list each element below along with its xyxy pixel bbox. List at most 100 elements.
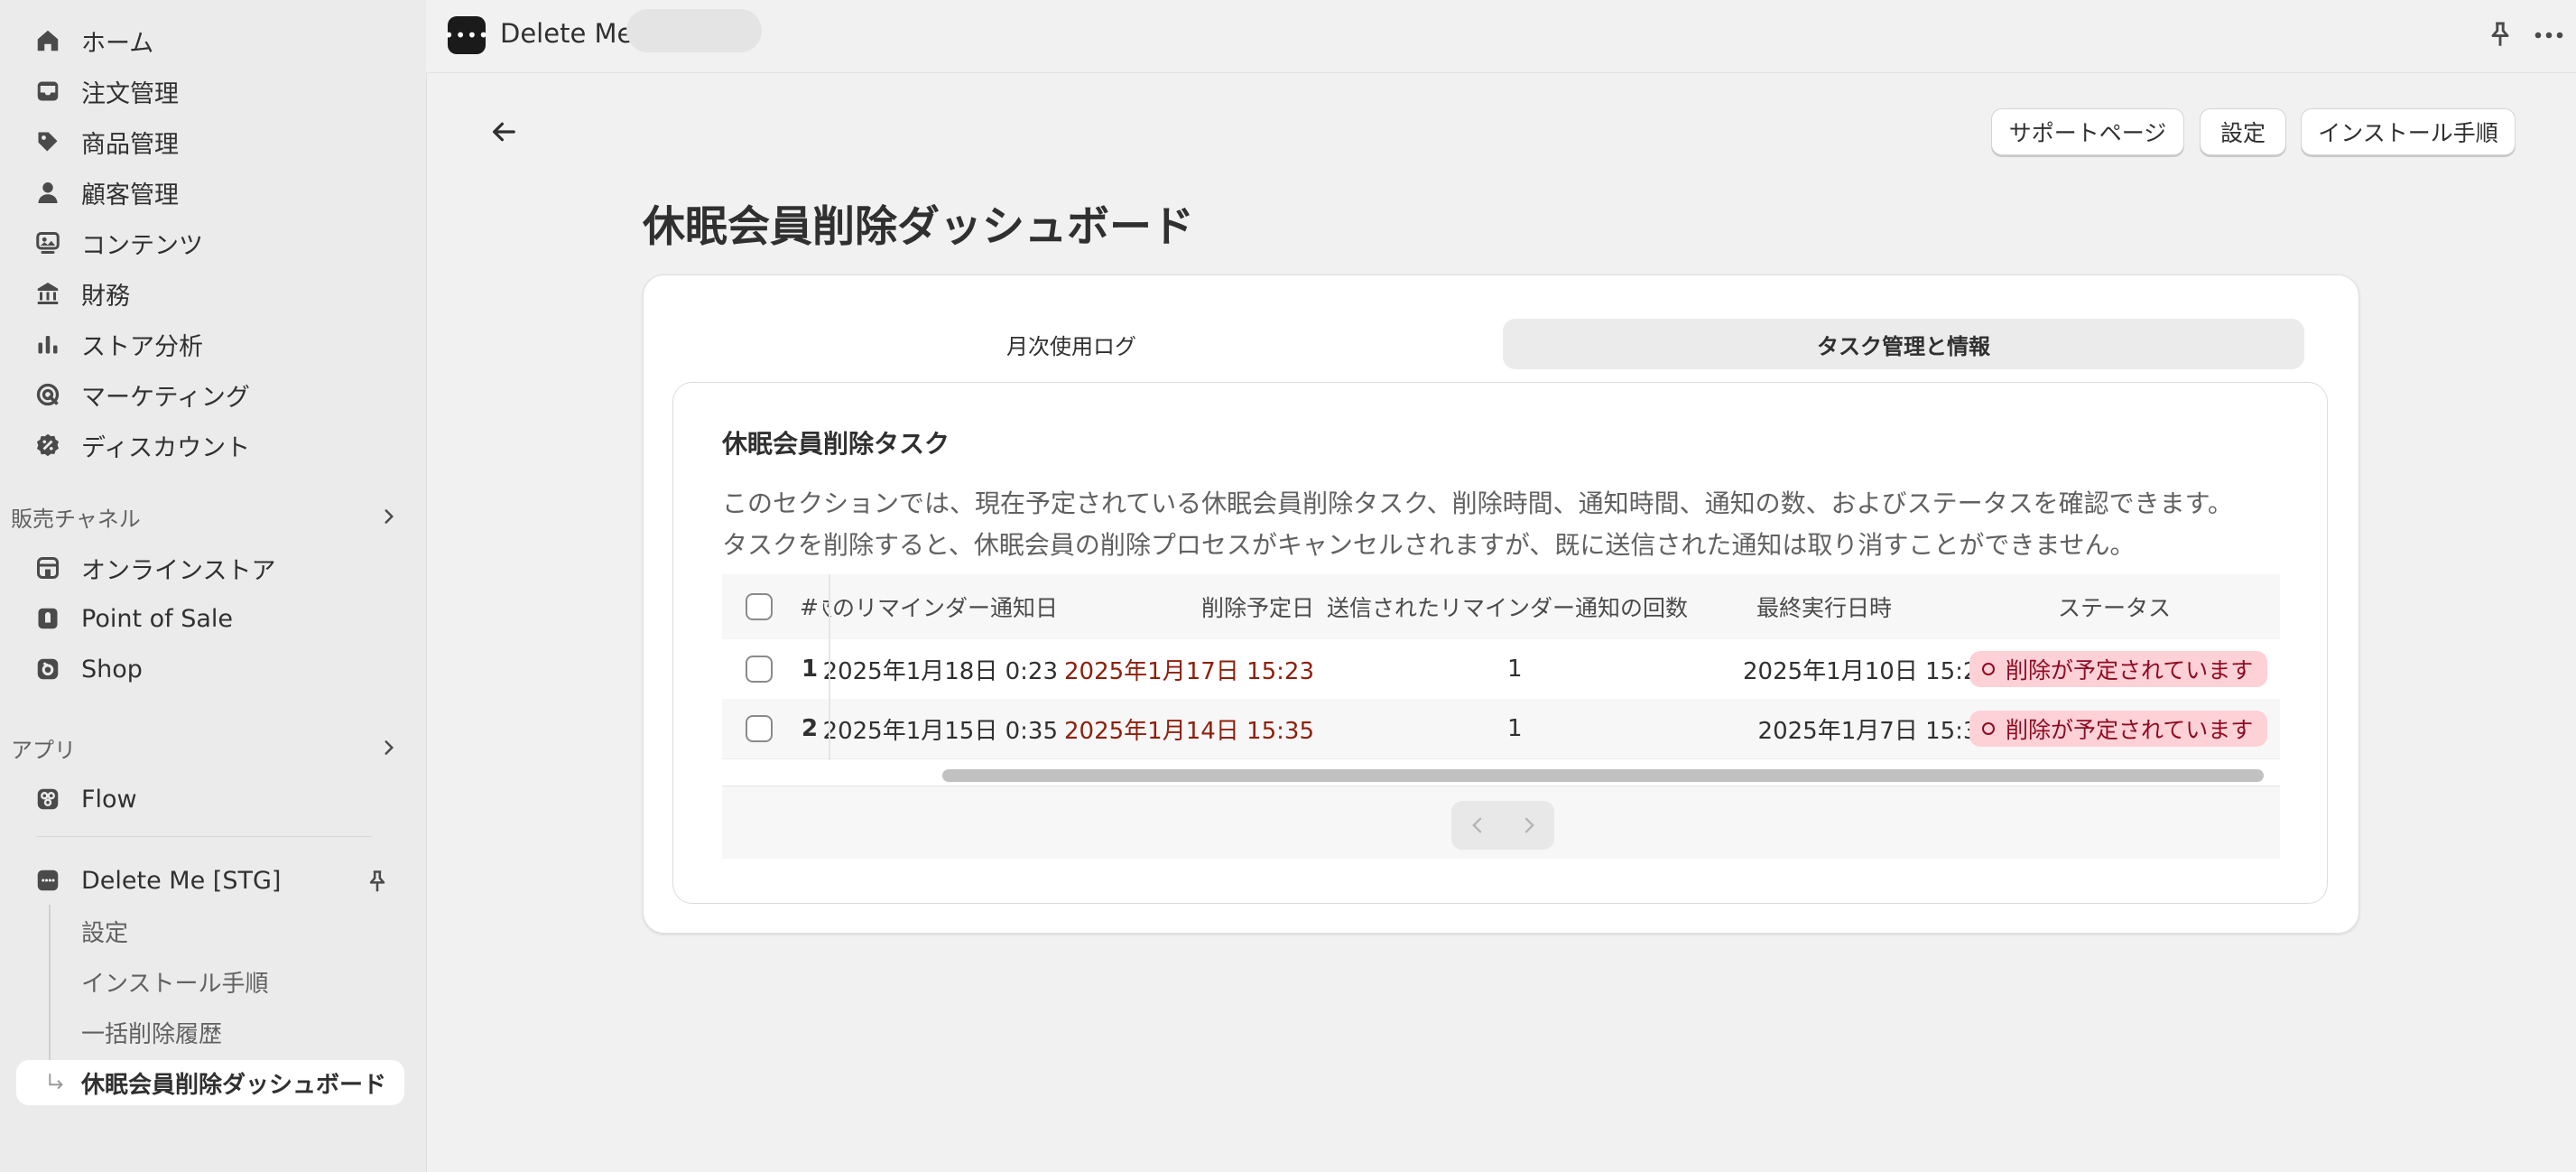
pos-icon: [32, 603, 63, 634]
content-icon: [32, 228, 63, 258]
table-header-row: # 次のリマインダー通知日 削除予定日 送信されたリマインダー通知の回数 最終実…: [722, 574, 2280, 640]
sidebar-item-label: Delete Me [STG]: [81, 866, 282, 895]
sidebar-subitem-settings[interactable]: 設定: [16, 908, 404, 953]
column-header-deletion-date[interactable]: 削除予定日: [1065, 574, 1314, 639]
horizontal-scrollbar[interactable]: [722, 760, 2280, 786]
scrollbar-thumb[interactable]: [942, 769, 2264, 782]
sidebar-subitem-dormant-dashboard[interactable]: 休眠会員削除ダッシュボード: [16, 1060, 404, 1105]
apps-header[interactable]: アプリ: [11, 730, 408, 766]
section-title: 販売チャネル: [11, 506, 141, 532]
sidebar-item-flow[interactable]: Flow: [16, 777, 404, 822]
app-title: Delete Me: [500, 18, 634, 49]
pagination-control: [1451, 801, 1554, 850]
status-text: 削除が予定されています: [2006, 657, 2254, 684]
bar-chart-icon: [32, 329, 63, 359]
app-logo: ••••: [443, 16, 489, 54]
settings-button[interactable]: 設定: [2200, 108, 2286, 155]
next-page-button[interactable]: [1503, 801, 1554, 850]
arrow-left-icon: [493, 122, 515, 142]
status-text: 削除が予定されています: [2006, 717, 2254, 743]
task-table: # 次のリマインダー通知日 削除予定日 送信されたリマインダー通知の回数 最終実…: [722, 574, 2280, 760]
tab-monthly-usage-log[interactable]: 月次使用ログ: [671, 319, 1472, 369]
more-options-icon[interactable]: [2533, 22, 2565, 49]
sidebar-item-label: ストア分析: [81, 332, 203, 361]
sidebar-item-label: 商品管理: [81, 130, 179, 159]
sidebar-subitem-install-guide[interactable]: インストール手順: [16, 959, 404, 1004]
sidebar-item-delete-me-app[interactable]: Delete Me [STG]: [16, 858, 404, 903]
pagination-bar: [722, 786, 2280, 859]
chevron-right-icon: [1524, 817, 1534, 833]
tree-arrow-icon: [49, 1074, 63, 1090]
chevron-left-icon: [1471, 817, 1481, 833]
person-icon: [32, 177, 63, 208]
sidebar-subitem-bulk-delete-history[interactable]: 一括削除履歴: [16, 1009, 404, 1055]
home-icon: [32, 25, 63, 56]
table-row[interactable]: 1 2025年1月18日 0:23 2025年1月17日 15:23 1 202…: [722, 639, 2280, 700]
flow-icon: [32, 784, 63, 814]
pin-icon[interactable]: [365, 869, 390, 894]
support-page-button[interactable]: サポートページ: [1991, 108, 2184, 155]
column-header-label: 次のリマインダー通知日: [823, 595, 1058, 621]
sidebar-item-shop[interactable]: Shop: [16, 646, 404, 692]
row-index: 2: [802, 715, 819, 742]
status-dot-icon: [1982, 663, 1995, 675]
sidebar-item-label: Shop: [81, 655, 143, 684]
previous-page-button[interactable]: [1451, 801, 1503, 850]
column-header-last-run[interactable]: 最終実行日時: [1756, 574, 1892, 639]
row-index: 1: [802, 656, 819, 683]
sidebar-item-label: 顧客管理: [81, 181, 179, 209]
column-header-status[interactable]: ステータス: [2058, 574, 2171, 639]
tag-icon: [32, 126, 63, 157]
sidebar-subitem-label: 設定: [81, 919, 129, 947]
sidebar-item-customers[interactable]: 顧客管理: [16, 170, 404, 215]
cell-text: 2025年1月18日 0:23: [823, 657, 1058, 685]
sidebar-item-label: ディスカウント: [81, 433, 251, 462]
sidebar-item-label: 財務: [81, 282, 130, 311]
sidebar-item-label: ホーム: [81, 29, 154, 58]
sticky-column-divider: [829, 574, 830, 760]
cell-deletion-date: 2025年1月17日 15:23: [1064, 657, 1314, 685]
sidebar: ホーム 注文管理 商品管理 顧客管理 コンテンツ 財務 ストア分析 マーケティン…: [0, 0, 427, 1172]
dashboard-card: 月次使用ログ タスク管理と情報 休眠会員削除タスク このセクションでは、現在予定…: [643, 274, 2359, 934]
sidebar-subitem-label: 一括削除履歴: [81, 1020, 223, 1048]
app-logo-glyph: ••••: [443, 24, 490, 46]
table-row[interactable]: 2 2025年1月15日 0:35 2025年1月14日 15:35 1 202…: [722, 699, 2280, 759]
column-header-reminder-count[interactable]: 送信されたリマインダー通知の回数: [1327, 574, 1688, 639]
install-guide-button[interactable]: インストール手順: [2301, 108, 2516, 155]
sidebar-item-finance[interactable]: 財務: [16, 271, 404, 316]
column-header-next-reminder[interactable]: 次のリマインダー通知日: [823, 574, 1058, 639]
section-description: タスクを削除すると、休眠会員の削除プロセスがキャンセルされますが、既に送信された…: [722, 530, 2136, 560]
row-checkbox[interactable]: [746, 699, 773, 758]
sidebar-item-home[interactable]: ホーム: [16, 18, 404, 63]
sidebar-item-discounts[interactable]: ディスカウント: [16, 423, 404, 468]
sidebar-item-products[interactable]: 商品管理: [16, 119, 404, 164]
cell-text: 2025年1月15日 0:35: [823, 717, 1058, 745]
row-checkbox[interactable]: [746, 639, 773, 699]
sidebar-item-content[interactable]: コンテンツ: [16, 220, 404, 265]
select-all-checkbox[interactable]: [746, 574, 773, 639]
section-title: 休眠会員削除タスク: [722, 429, 950, 459]
redacted-pill: [626, 9, 762, 52]
inbox-icon: [32, 76, 63, 107]
sidebar-item-online-store[interactable]: オンラインストア: [16, 545, 404, 591]
sales-channels-header[interactable]: 販売チャネル: [11, 498, 408, 535]
sidebar-item-pos[interactable]: Point of Sale: [16, 596, 404, 641]
sidebar-subitem-label: インストール手順: [81, 970, 269, 998]
chevron-right-icon: [385, 509, 394, 524]
discount-icon: [32, 430, 63, 460]
target-icon: [32, 379, 63, 410]
app-logo-icon: [32, 865, 63, 896]
cell-last-run: 2025年1月7日 15:35: [1757, 717, 1993, 745]
sidebar-item-orders[interactable]: 注文管理: [16, 69, 404, 114]
cell-deletion-date: 2025年1月14日 15:35: [1064, 717, 1314, 745]
bank-icon: [32, 278, 63, 309]
sidebar-item-marketing[interactable]: マーケティング: [16, 372, 404, 417]
back-button[interactable]: [484, 112, 524, 152]
tab-task-management[interactable]: タスク管理と情報: [1503, 319, 2304, 369]
cell-last-run: 2025年1月10日 15:23: [1743, 657, 1993, 685]
sidebar-item-label: コンテンツ: [81, 231, 203, 260]
column-header-index: #: [800, 593, 819, 620]
pin-icon[interactable]: [2486, 20, 2515, 49]
sidebar-item-analytics[interactable]: ストア分析: [16, 321, 404, 367]
cell-next-reminder: 2025年1月18日 0:23: [823, 639, 1058, 699]
